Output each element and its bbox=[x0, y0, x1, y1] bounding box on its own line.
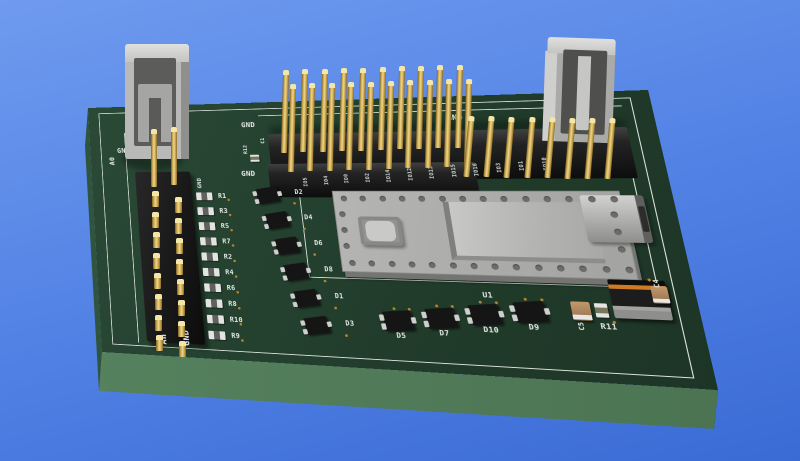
header-pin bbox=[605, 118, 616, 179]
header-pin bbox=[339, 68, 347, 151]
header-pin bbox=[377, 67, 385, 150]
header-pin bbox=[175, 197, 182, 213]
pcb-3d-viewport[interactable]: GND +5V A0 An GND GND GND C1 R12 GND GND… bbox=[0, 0, 800, 461]
header-pin bbox=[397, 66, 405, 149]
header-pin bbox=[179, 341, 186, 357]
pin-field bbox=[0, 0, 800, 461]
header-pin bbox=[425, 80, 433, 168]
header-pin bbox=[444, 79, 452, 167]
header-pin bbox=[484, 116, 495, 177]
header-pin bbox=[346, 82, 354, 170]
header-pin bbox=[416, 66, 424, 149]
header-pin bbox=[327, 83, 335, 171]
header-pin bbox=[171, 127, 178, 185]
header-pin bbox=[177, 279, 184, 295]
header-pin bbox=[366, 82, 374, 170]
header-pin bbox=[544, 117, 555, 178]
header-pin bbox=[156, 335, 163, 351]
header-pin bbox=[307, 83, 315, 171]
header-pin bbox=[175, 218, 182, 234]
header-pin bbox=[405, 80, 413, 168]
header-pin bbox=[176, 259, 183, 275]
header-pin bbox=[152, 191, 159, 207]
header-pin bbox=[320, 69, 328, 152]
header-pin bbox=[455, 65, 463, 148]
header-pin bbox=[385, 81, 393, 169]
header-pin bbox=[585, 118, 596, 179]
header-pin bbox=[287, 84, 295, 172]
header-pin bbox=[178, 321, 185, 337]
header-pin bbox=[178, 300, 185, 316]
header-pin bbox=[151, 129, 158, 187]
header-pin bbox=[152, 212, 159, 228]
header-pin bbox=[155, 315, 162, 331]
header-pin bbox=[155, 294, 162, 310]
header-pin bbox=[153, 232, 160, 248]
header-pin bbox=[176, 238, 183, 254]
header-pin bbox=[435, 65, 443, 148]
header-pin bbox=[281, 70, 289, 153]
header-pin bbox=[358, 68, 366, 151]
header-pin bbox=[154, 273, 161, 289]
header-pin bbox=[153, 253, 160, 269]
component-overlay bbox=[0, 0, 800, 461]
header-pin bbox=[504, 116, 515, 177]
header-pin bbox=[564, 117, 575, 178]
header-pin bbox=[524, 117, 535, 178]
